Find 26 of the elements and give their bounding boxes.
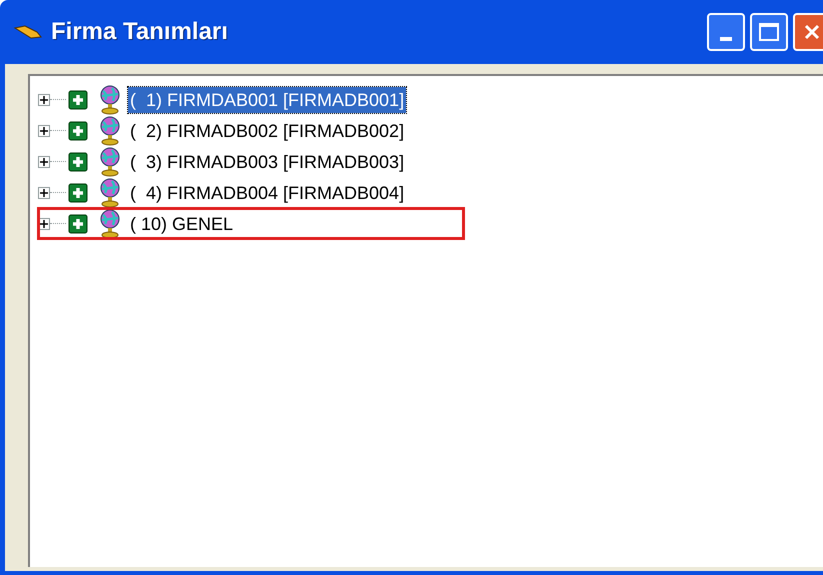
plus-icon: [68, 182, 88, 202]
expand-icon[interactable]: [38, 218, 50, 230]
window-title: Firma Tanımları: [51, 17, 228, 47]
globe-icon: [98, 146, 122, 176]
expand-icon[interactable]: [38, 94, 50, 106]
tree-item[interactable]: ( 10) GENEL: [128, 210, 236, 236]
globe-icon: [98, 116, 122, 146]
plus-icon: [68, 152, 88, 172]
tree-item[interactable]: ( 2) FIRMADB002 [FIRMADB002]: [128, 118, 406, 144]
tree-item[interactable]: ( 3) FIRMADB003 [FIRMADB003]: [128, 148, 406, 174]
plus-icon: [68, 120, 88, 140]
globe-icon: [98, 84, 122, 114]
minimize-button[interactable]: [707, 13, 745, 51]
expand-icon[interactable]: [38, 186, 50, 198]
globe-icon: [98, 178, 122, 208]
close-button[interactable]: [793, 13, 823, 51]
tree-item[interactable]: ( 4) FIRMADB004 [FIRMADB004]: [128, 180, 406, 206]
expand-icon[interactable]: [38, 156, 50, 168]
plus-icon: [68, 214, 88, 234]
maximize-button[interactable]: [750, 13, 788, 51]
globe-icon: [98, 208, 122, 238]
plus-icon: [68, 90, 88, 110]
hand-icon: [13, 23, 43, 41]
tree-item[interactable]: ( 1) FIRMDAB001 [FIRMADB001]: [128, 86, 406, 112]
expand-icon[interactable]: [38, 124, 50, 136]
close-icon: [803, 23, 821, 41]
